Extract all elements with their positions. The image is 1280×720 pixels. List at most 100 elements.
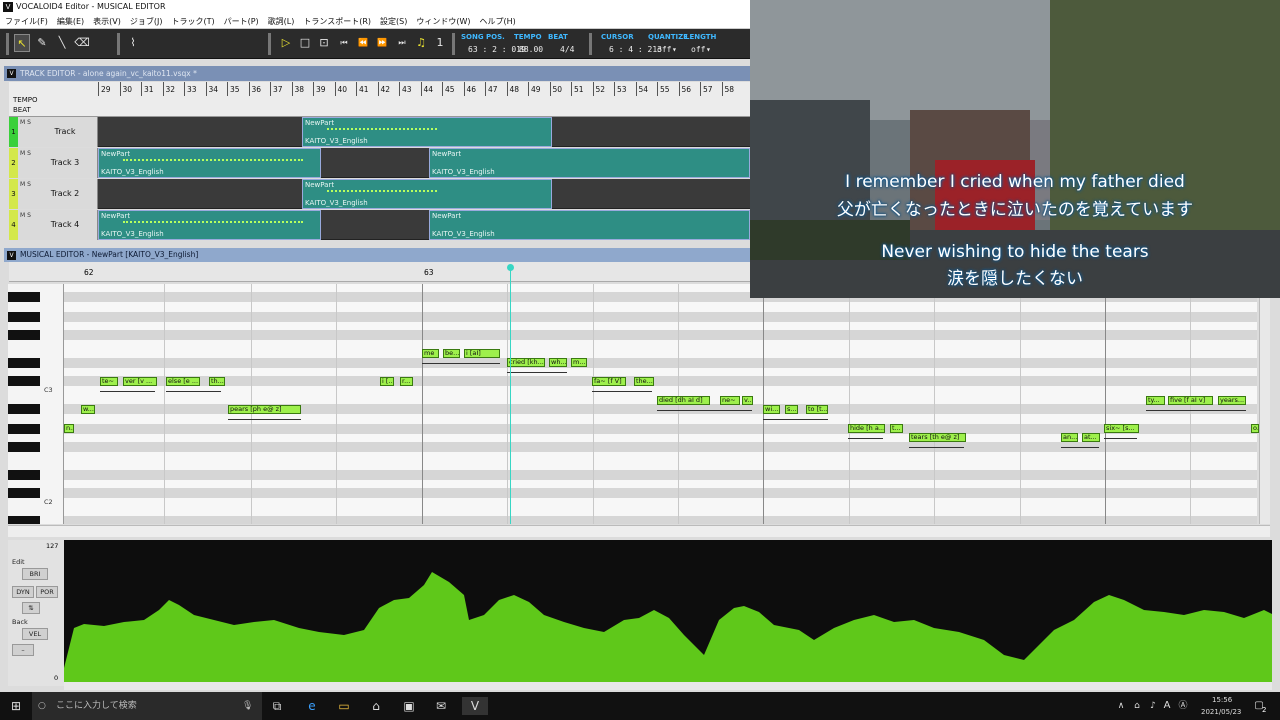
mute-solo-buttons[interactable]: M S <box>20 181 31 188</box>
note[interactable]: s... <box>785 405 798 414</box>
play-icon[interactable]: ▷ <box>278 34 294 52</box>
mail-icon[interactable]: ✉ <box>432 697 450 715</box>
fast-forward-icon[interactable]: ⏩ <box>374 34 390 52</box>
note[interactable]: years... <box>1218 396 1246 405</box>
track-editor-ruler[interactable]: TEMPO BEAT 29 30 31 32 33 34 35 36 37 38 39 40 41 42 4… <box>9 82 750 117</box>
note[interactable]: v... <box>742 396 753 405</box>
por-button[interactable]: POR <box>36 586 58 598</box>
track-header[interactable]: 1 M S Track <box>9 117 98 147</box>
metronome-icon[interactable]: ♫ <box>413 34 429 52</box>
note[interactable]: ver [v ... <box>123 377 157 386</box>
part-block[interactable]: NewPart KAITO_V3_English <box>429 210 750 240</box>
menu-transport[interactable]: トランスポート(R) <box>303 14 371 28</box>
black-key[interactable] <box>8 376 40 386</box>
part-block[interactable]: NewPart KAITO_V3_English <box>98 148 321 178</box>
menu-job[interactable]: ジョブ(J) <box>130 14 163 28</box>
part-block[interactable]: NewPart KAITO_V3_English <box>302 179 552 209</box>
note[interactable]: an... <box>1061 433 1078 442</box>
musical-editor-ruler[interactable]: 62 63 <box>9 262 750 282</box>
beat-value[interactable]: 4/4 <box>560 45 574 54</box>
black-key[interactable] <box>8 488 40 498</box>
note[interactable]: wh... <box>549 358 567 367</box>
note[interactable]: o... <box>1251 424 1259 433</box>
one-icon[interactable]: 1 <box>432 34 448 52</box>
menu-file[interactable]: ファイル(F) <box>5 14 48 28</box>
store-icon[interactable]: ⌂ <box>367 697 385 715</box>
part-block[interactable]: NewPart KAITO_V3_English <box>98 210 321 240</box>
task-view-icon[interactable]: ⧉ <box>268 697 286 715</box>
mute-solo-buttons[interactable]: M S <box>20 119 31 126</box>
black-key[interactable] <box>8 516 40 524</box>
note[interactable]: t... <box>890 424 903 433</box>
note[interactable]: at... <box>1082 433 1100 442</box>
black-key[interactable] <box>8 312 40 322</box>
edit-parameter-select[interactable]: BRI <box>22 568 48 580</box>
menu-settings[interactable]: 設定(S) <box>380 14 407 28</box>
chevron-down-icon[interactable]: ▾ <box>706 45 711 54</box>
dyn-button[interactable]: DYN <box>12 586 34 598</box>
menu-help[interactable]: ヘルプ(H) <box>480 14 516 28</box>
black-key[interactable] <box>8 424 40 434</box>
playhead-line[interactable] <box>510 266 511 524</box>
track-row[interactable]: 2 M S Track 3 NewPart KAITO_V3_English N… <box>9 148 750 178</box>
note[interactable]: died [dh aI d] <box>657 396 710 405</box>
note[interactable]: te~ <box>100 377 118 386</box>
vibrato-tool-icon[interactable]: ⌇ <box>125 34 141 52</box>
quantize-select[interactable]: off <box>657 45 671 54</box>
note[interactable]: i [... <box>380 377 394 386</box>
edge-icon[interactable]: e <box>303 697 321 715</box>
line-icon[interactable]: ╲ <box>54 34 70 52</box>
note[interactable]: six~ [s... <box>1104 424 1139 433</box>
media-player-icon[interactable]: ▣ <box>400 697 418 715</box>
vertical-scrollbar[interactable] <box>1259 284 1270 524</box>
menu-window[interactable]: ウィンドウ(W) <box>416 14 470 28</box>
note[interactable]: r... <box>400 377 413 386</box>
swap-icon[interactable]: ⇅ <box>22 602 40 614</box>
chevron-down-icon[interactable]: ▾ <box>672 45 677 54</box>
collapse-button[interactable]: – <box>12 644 34 656</box>
mute-solo-buttons[interactable]: M S <box>20 212 31 219</box>
black-key[interactable] <box>8 404 40 414</box>
file-explorer-icon[interactable]: ▭ <box>335 697 353 715</box>
length-select[interactable]: off <box>691 45 705 54</box>
note[interactable]: n... <box>64 424 74 433</box>
menu-track[interactable]: トラック(T) <box>171 14 214 28</box>
pencil-icon[interactable]: ✎ <box>34 34 50 52</box>
piano-keyboard[interactable]: C3 C2 <box>8 284 64 524</box>
track-row[interactable]: 4 M S Track 4 NewPart KAITO_V3_English N… <box>9 210 750 240</box>
taskbar-search[interactable]: ○ ここに入力して検索 🎙 <box>32 692 262 720</box>
note[interactable]: w... <box>81 405 95 414</box>
eraser-icon[interactable]: ⌫ <box>74 34 90 52</box>
track-header[interactable]: 2 M S Track 3 <box>9 148 98 178</box>
loop-icon[interactable]: ⊡ <box>316 34 332 52</box>
stop-icon[interactable]: □ <box>297 34 313 52</box>
black-key[interactable] <box>8 292 40 302</box>
note[interactable]: ne~ <box>720 396 740 405</box>
part-block[interactable]: NewPart KAITO_V3_English <box>302 117 552 147</box>
note[interactable]: th... <box>209 377 225 386</box>
tempo-value[interactable]: 88.00 <box>519 45 543 54</box>
note[interactable]: to [t... <box>806 405 828 414</box>
note[interactable]: m... <box>571 358 587 367</box>
track-row[interactable]: 3 M S Track 2 NewPart KAITO_V3_English <box>9 179 750 209</box>
track-row[interactable]: 1 M S Track NewPart KAITO_V3_English <box>9 117 750 147</box>
menu-edit[interactable]: 編集(E) <box>57 14 84 28</box>
track-header[interactable]: 3 M S Track 2 <box>9 179 98 209</box>
note[interactable]: tears [th e@ z] <box>909 433 966 442</box>
back-parameter-select[interactable]: VEL <box>22 628 48 640</box>
note[interactable]: hide [h a... <box>848 424 885 433</box>
menu-part[interactable]: パート(P) <box>224 14 259 28</box>
note[interactable]: wi... <box>763 405 780 414</box>
note[interactable]: pears [ph e@ z] <box>228 405 301 414</box>
mute-solo-buttons[interactable]: M S <box>20 150 31 157</box>
rewind-icon[interactable]: ⏪ <box>355 34 371 52</box>
note[interactable]: five [f aI v] <box>1168 396 1213 405</box>
note[interactable]: else [e ... <box>166 377 200 386</box>
black-key[interactable] <box>8 442 40 452</box>
menu-view[interactable]: 表示(V) <box>93 14 121 28</box>
note[interactable]: me <box>422 349 439 358</box>
keyboard-icon[interactable]: Ⓐ <box>1174 697 1192 715</box>
vocaloid-taskbar-icon[interactable]: V <box>462 697 488 715</box>
microphone-icon[interactable]: 🎙 <box>242 692 253 720</box>
black-key[interactable] <box>8 470 40 480</box>
